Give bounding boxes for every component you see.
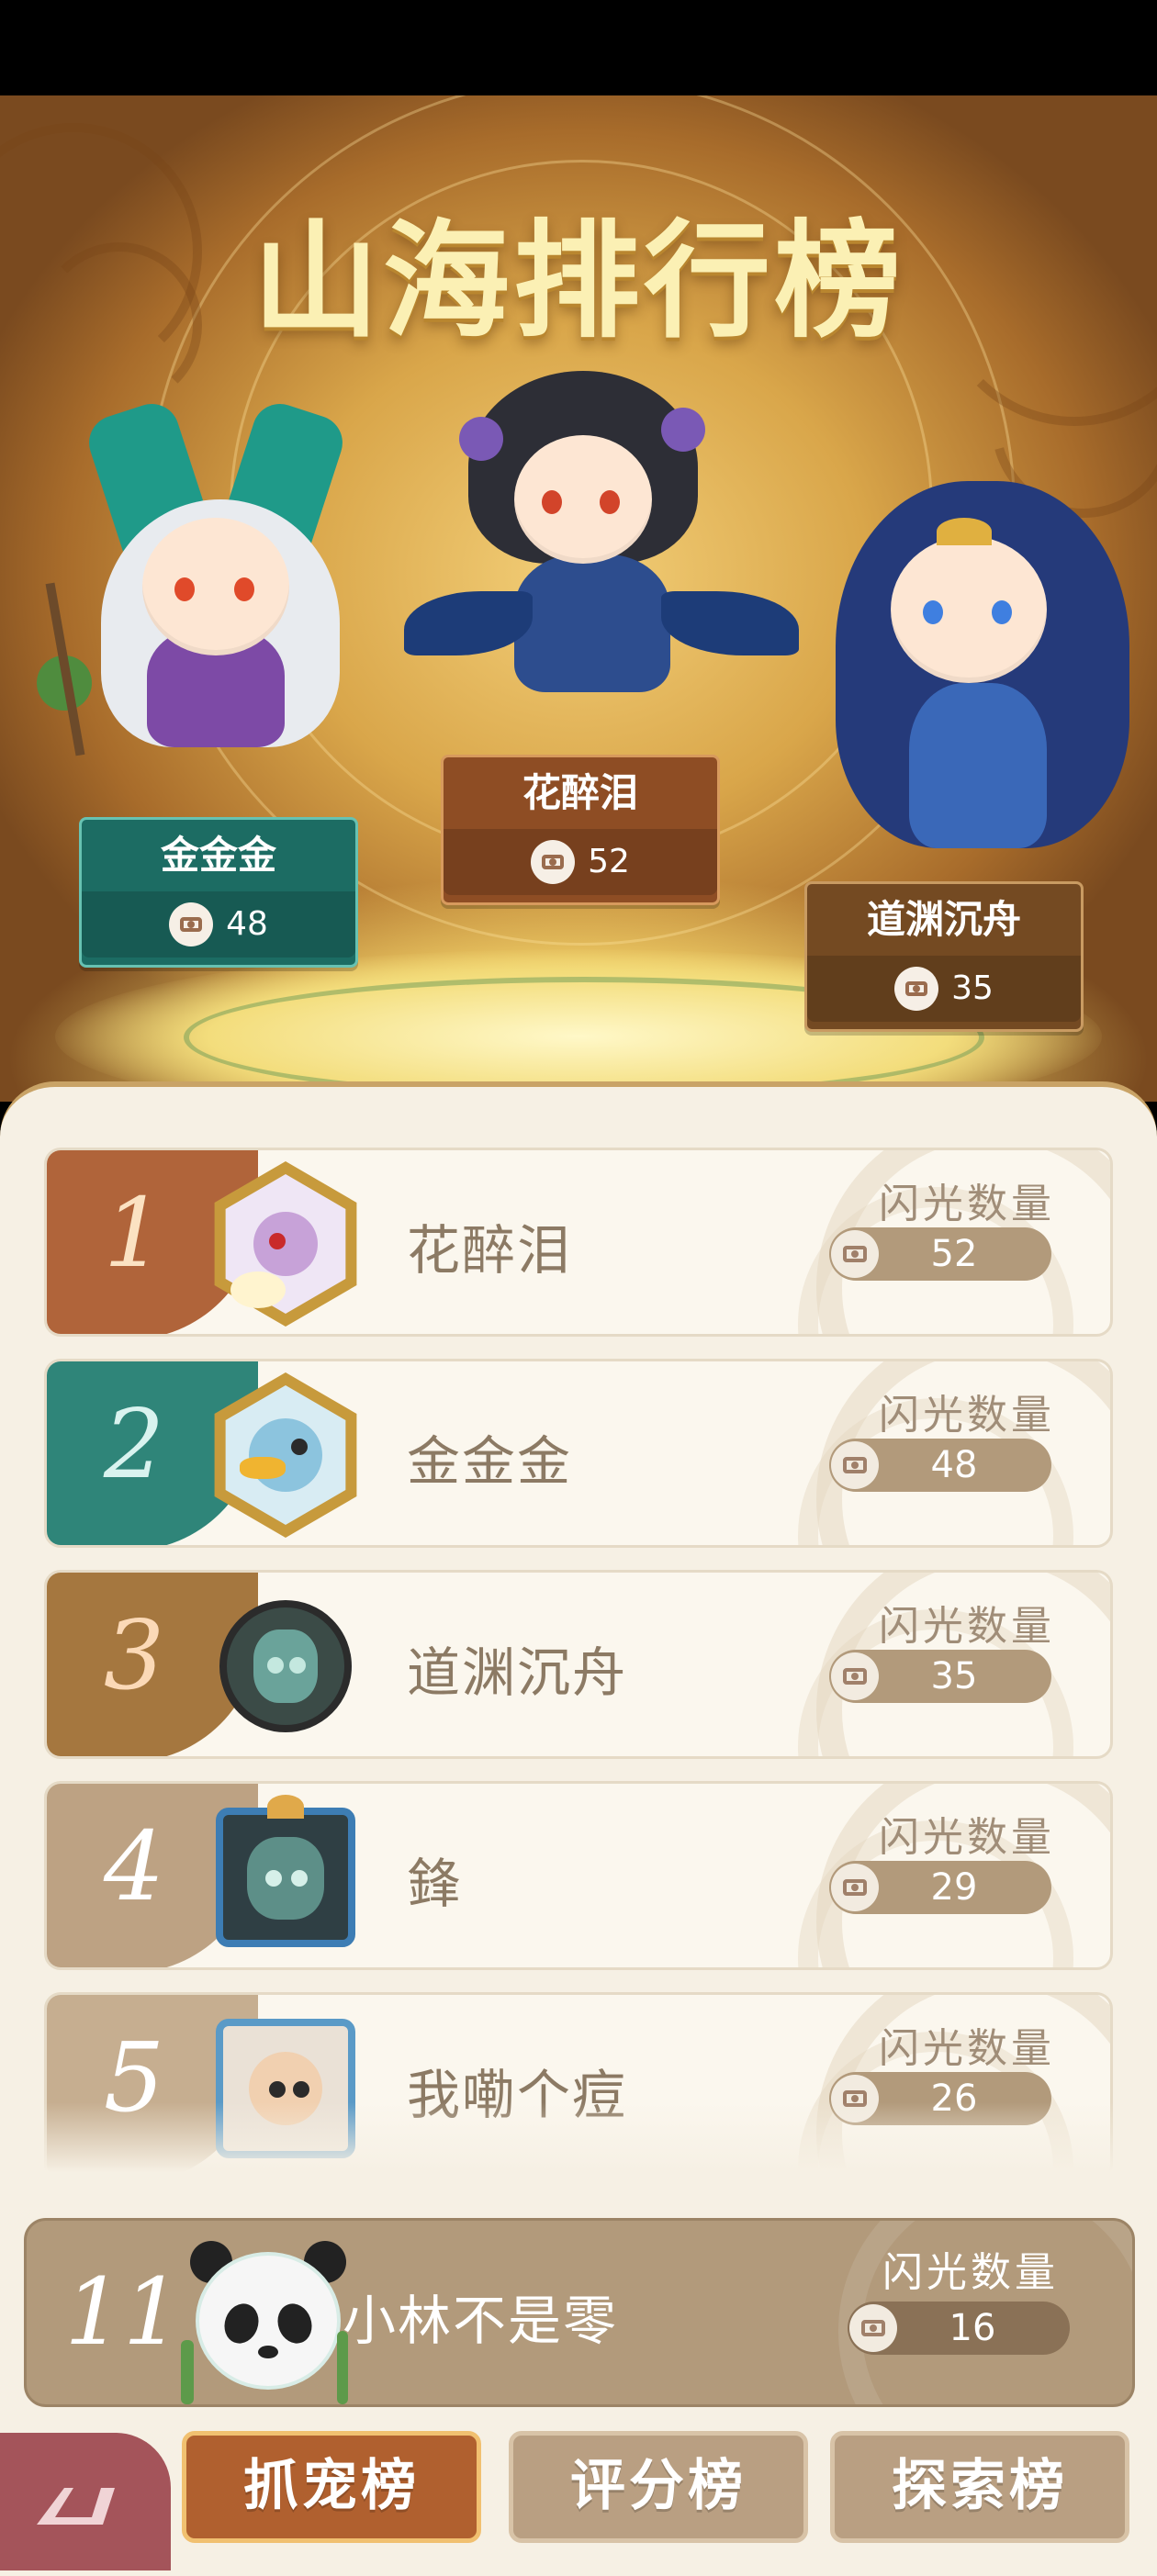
page-title: 山海排行榜 (252, 206, 904, 355)
flash-coin-icon (894, 967, 939, 1011)
player-name: 鋒 (407, 1853, 463, 1915)
podium-card-center[interactable]: 花醉泪 52 (441, 755, 720, 905)
flash-coin-icon (831, 1441, 879, 1489)
player-name: 道渊沉舟 (407, 1641, 628, 1704)
flash-count-pill: 52 (829, 1227, 1051, 1281)
my-flash-count-value: 16 (949, 2307, 996, 2349)
tab-score-ranking[interactable]: 评分榜 (509, 2431, 808, 2543)
flash-count-label: 闪光数量 (879, 1181, 1055, 1227)
ranking-row-3[interactable]: 3 道渊沉舟 闪光数量 35 (44, 1570, 1113, 1759)
my-rank-row[interactable]: 11 小林不是零 闪光数量 16 (24, 2218, 1135, 2407)
podium-name: 道渊沉舟 (866, 897, 1021, 942)
character-jinjinjin[interactable] (37, 371, 386, 756)
player-avatar (203, 1795, 368, 1960)
flash-coin-icon (169, 902, 214, 946)
flash-coin-icon (831, 1652, 879, 1700)
bottom-tab-bar: 抓宠榜 评分榜 探索榜 (0, 2424, 1157, 2570)
podium-count: 52 (588, 843, 630, 880)
tab-catch-ranking[interactable]: 抓宠榜 (182, 2431, 481, 2543)
flash-count-label: 闪光数量 (879, 1603, 1055, 1650)
player-avatar (203, 1161, 368, 1327)
player-name: 金金金 (407, 1430, 573, 1493)
flash-coin-icon (531, 840, 576, 884)
player-avatar (203, 1584, 368, 1749)
flash-count-label: 闪光数量 (879, 2025, 1055, 2072)
flash-count-label: 闪光数量 (879, 1814, 1055, 1861)
list-fade-overlay (0, 2102, 1157, 2185)
my-player-name: 小林不是零 (343, 2290, 619, 2352)
flash-coin-icon (849, 2304, 897, 2352)
flash-coin-icon (831, 1864, 879, 1911)
app-logo-icon (37, 2488, 115, 2525)
flash-count-label: 闪光数量 (879, 1392, 1055, 1439)
rank-number: 4 (103, 1810, 165, 1922)
hero-banner: 山海排行榜 金金金 48 花醉泪 52 道渊沉舟 35 (0, 95, 1157, 1102)
flash-count-value: 35 (930, 1655, 978, 1697)
panda-avatar (181, 2230, 355, 2404)
flash-count-value: 52 (930, 1233, 978, 1275)
status-bar (0, 0, 1157, 95)
flash-count-value: 29 (930, 1866, 978, 1909)
flash-coin-icon (831, 1230, 879, 1278)
ranking-row-4[interactable]: 4 鋒 闪光数量 29 (44, 1781, 1113, 1970)
flash-count-pill: 29 (829, 1861, 1051, 1914)
flash-count-value: 48 (930, 1444, 978, 1486)
flash-count-pill: 48 (829, 1439, 1051, 1492)
character-huazuilei[interactable] (404, 362, 808, 711)
podium-name: 金金金 (160, 833, 276, 878)
ranking-row-2[interactable]: 2 金金金 闪光数量 48 (44, 1359, 1113, 1548)
character-daoyuanchenzhou[interactable] (808, 444, 1157, 867)
rank-number: 3 (103, 1599, 165, 1711)
rank-number: 1 (103, 1177, 165, 1289)
rank-number: 2 (103, 1388, 165, 1500)
podium-name: 花醉泪 (522, 770, 638, 815)
player-avatar (203, 1372, 368, 1538)
podium-card-left[interactable]: 金金金 48 (79, 817, 358, 968)
flash-count-label: 闪光数量 (882, 2249, 1059, 2296)
tab-explore-ranking[interactable]: 探索榜 (830, 2431, 1129, 2543)
podium-count: 48 (226, 905, 268, 943)
flash-count-pill: 16 (848, 2302, 1070, 2355)
podium-count: 35 (951, 969, 994, 1007)
my-rank-number: 11 (64, 2258, 182, 2366)
ranking-row-1[interactable]: 1 花醉泪 闪光数量 52 (44, 1148, 1113, 1337)
player-name: 花醉泪 (407, 1219, 573, 1282)
podium-card-right[interactable]: 道渊沉舟 35 (804, 881, 1084, 1032)
flash-count-pill: 35 (829, 1650, 1051, 1703)
app-logo-button[interactable] (0, 2433, 171, 2570)
